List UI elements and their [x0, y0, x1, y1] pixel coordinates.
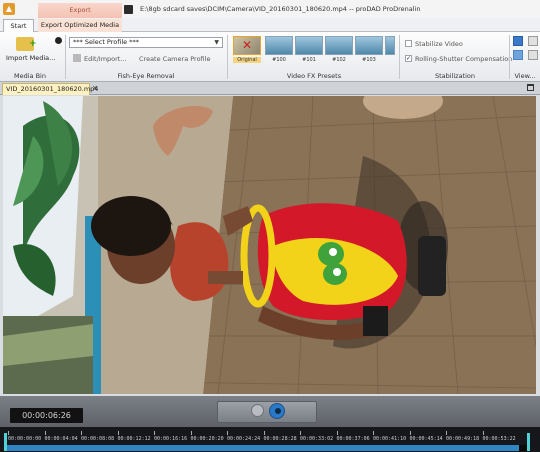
view-split-icon[interactable] — [513, 50, 523, 60]
group-label-stabilization: Stabilization — [434, 72, 476, 80]
video-frame — [3, 96, 536, 394]
timeline-tick-label: 00:00:45:14 — [409, 436, 443, 442]
close-icon[interactable]: × — [92, 84, 98, 92]
group-label-fisheye: Fish-Eye Removal — [117, 72, 175, 80]
preset-101-label: #101 — [302, 57, 316, 63]
view-layout-icon[interactable] — [513, 36, 523, 46]
ribbon-separator — [399, 35, 400, 79]
timeline-tick-label: 00:00:53:22 — [482, 436, 516, 442]
preset-101[interactable] — [295, 36, 323, 55]
video-preview[interactable] — [3, 96, 536, 394]
window-title: E:\8gb sdcard saves\DCIM\Camera\VID_2016… — [140, 5, 421, 13]
timeline-tick-label: 00:00:41:10 — [373, 436, 407, 442]
preset-102-label: #102 — [332, 57, 346, 63]
timeline-tick-mark — [336, 431, 338, 435]
timeline-tick-mark — [409, 431, 411, 435]
timeline-tick-mark — [8, 431, 9, 435]
maximize-icon[interactable] — [527, 84, 534, 91]
group-label-media-bin: Media Bin — [14, 72, 46, 80]
context-tab-export[interactable]: Export — [38, 3, 122, 18]
preset-100-label: #100 — [272, 57, 286, 63]
stabilize-video-checkbox[interactable] — [405, 40, 412, 47]
document-tab[interactable]: VID_20160301_180620.mp4 — [2, 83, 98, 95]
edit-profile-icon — [73, 54, 81, 62]
timeline-progress — [5, 445, 519, 451]
timeline-tick-label: 00:00:00:00 — [8, 436, 42, 442]
stabilize-video-label: Stabilize Video — [415, 40, 463, 48]
play-glyph — [275, 408, 281, 414]
camera-profile-value: *** Select Profile *** — [73, 38, 139, 46]
tab-export-optimized-media[interactable]: Export Optimized Media — [38, 19, 122, 32]
view-window-icon[interactable] — [528, 50, 538, 60]
ribbon-separator — [65, 35, 66, 79]
timeline-tick-label: 00:00:12:12 — [117, 436, 151, 442]
file-icon — [124, 5, 133, 14]
timeline-tick-label: 00:00:20:20 — [190, 436, 224, 442]
timeline-tick-label: 00:00:28:28 — [263, 436, 297, 442]
app-window: ▲ Export E:\8gb sdcard saves\DCIM\Camera… — [0, 0, 540, 452]
timeline-tick-mark — [117, 431, 119, 435]
ribbon-separator — [227, 35, 228, 79]
no-effect-icon: ✕ — [241, 38, 253, 52]
playback-bar: 00:00:06:26 — [0, 396, 540, 427]
timeline-tick-label: 00:00:04:04 — [44, 436, 78, 442]
ribbon-tab-bar: Start Export Optimized Media — [0, 18, 540, 32]
timeline-tick-label: 00:00:37:06 — [336, 436, 370, 442]
timeline-tick-label: 00:00:08:08 — [81, 436, 115, 442]
timeline-tick-mark — [263, 431, 265, 435]
preset-103[interactable] — [355, 36, 383, 55]
timeline-start-marker[interactable] — [4, 433, 7, 451]
timeline-tick-mark — [154, 431, 155, 435]
ribbon-separator — [509, 35, 510, 79]
timeline-tick-mark — [373, 431, 374, 435]
rolling-shutter-label: Rolling-Shutter Compensation — [415, 55, 513, 63]
group-label-view: View... — [514, 72, 536, 80]
chevron-down-icon: ▼ — [214, 39, 219, 46]
timecode-display: 00:00:06:26 — [10, 408, 83, 423]
previous-frame-icon[interactable] — [251, 404, 264, 417]
view-fullscreen-icon[interactable] — [528, 36, 538, 46]
title-bar: ▲ Export E:\8gb sdcard saves\DCIM\Camera… — [0, 0, 540, 18]
ribbon: + Import Media... Media Bin *** Select P… — [0, 32, 540, 82]
timeline-tick-mark — [44, 431, 46, 435]
preset-100[interactable] — [265, 36, 293, 55]
timeline-tick-mark — [482, 431, 484, 435]
edit-import-button[interactable]: Edit/Import... — [84, 55, 127, 63]
timeline-tick-mark — [300, 431, 301, 435]
timeline-tick-mark — [227, 431, 228, 435]
import-media-button[interactable]: Import Media... — [6, 54, 55, 62]
camera-profile-select[interactable]: *** Select Profile *** ▼ — [69, 37, 223, 48]
rolling-shutter-checkbox[interactable]: ✓ — [405, 55, 412, 62]
timeline-tick-label: 00:00:49:18 — [446, 436, 480, 442]
timeline-tick-mark — [446, 431, 447, 435]
timeline-tick-mark — [81, 431, 82, 435]
timeline-tick-label: 00:00:33:02 — [300, 436, 334, 442]
tab-start[interactable]: Start — [3, 19, 34, 32]
preset-scroll[interactable] — [385, 36, 395, 55]
transport-controls — [217, 401, 317, 423]
create-camera-profile-button[interactable]: Create Camera Profile — [139, 55, 210, 63]
app-icon[interactable]: ▲ — [3, 3, 15, 15]
preset-102[interactable] — [325, 36, 353, 55]
document-tab-bar: VID_20160301_180620.mp4 × — [0, 82, 540, 95]
timeline[interactable]: 00:00:00:00 00:00:04:04 00:00:08:08 00:00:1… — [0, 427, 540, 452]
group-label-presets: Video FX Presets — [286, 72, 342, 80]
preset-original-label: Original — [233, 57, 261, 63]
plus-icon: + — [29, 39, 37, 49]
timeline-end-marker[interactable] — [527, 433, 530, 451]
record-dot-icon[interactable] — [55, 37, 62, 44]
timeline-tick-label: 00:00:24:24 — [227, 436, 261, 442]
timeline-tick-label: 00:00:16:16 — [154, 436, 188, 442]
timeline-tick-mark — [190, 431, 192, 435]
preset-103-label: #103 — [362, 57, 376, 63]
play-icon[interactable] — [269, 403, 285, 419]
